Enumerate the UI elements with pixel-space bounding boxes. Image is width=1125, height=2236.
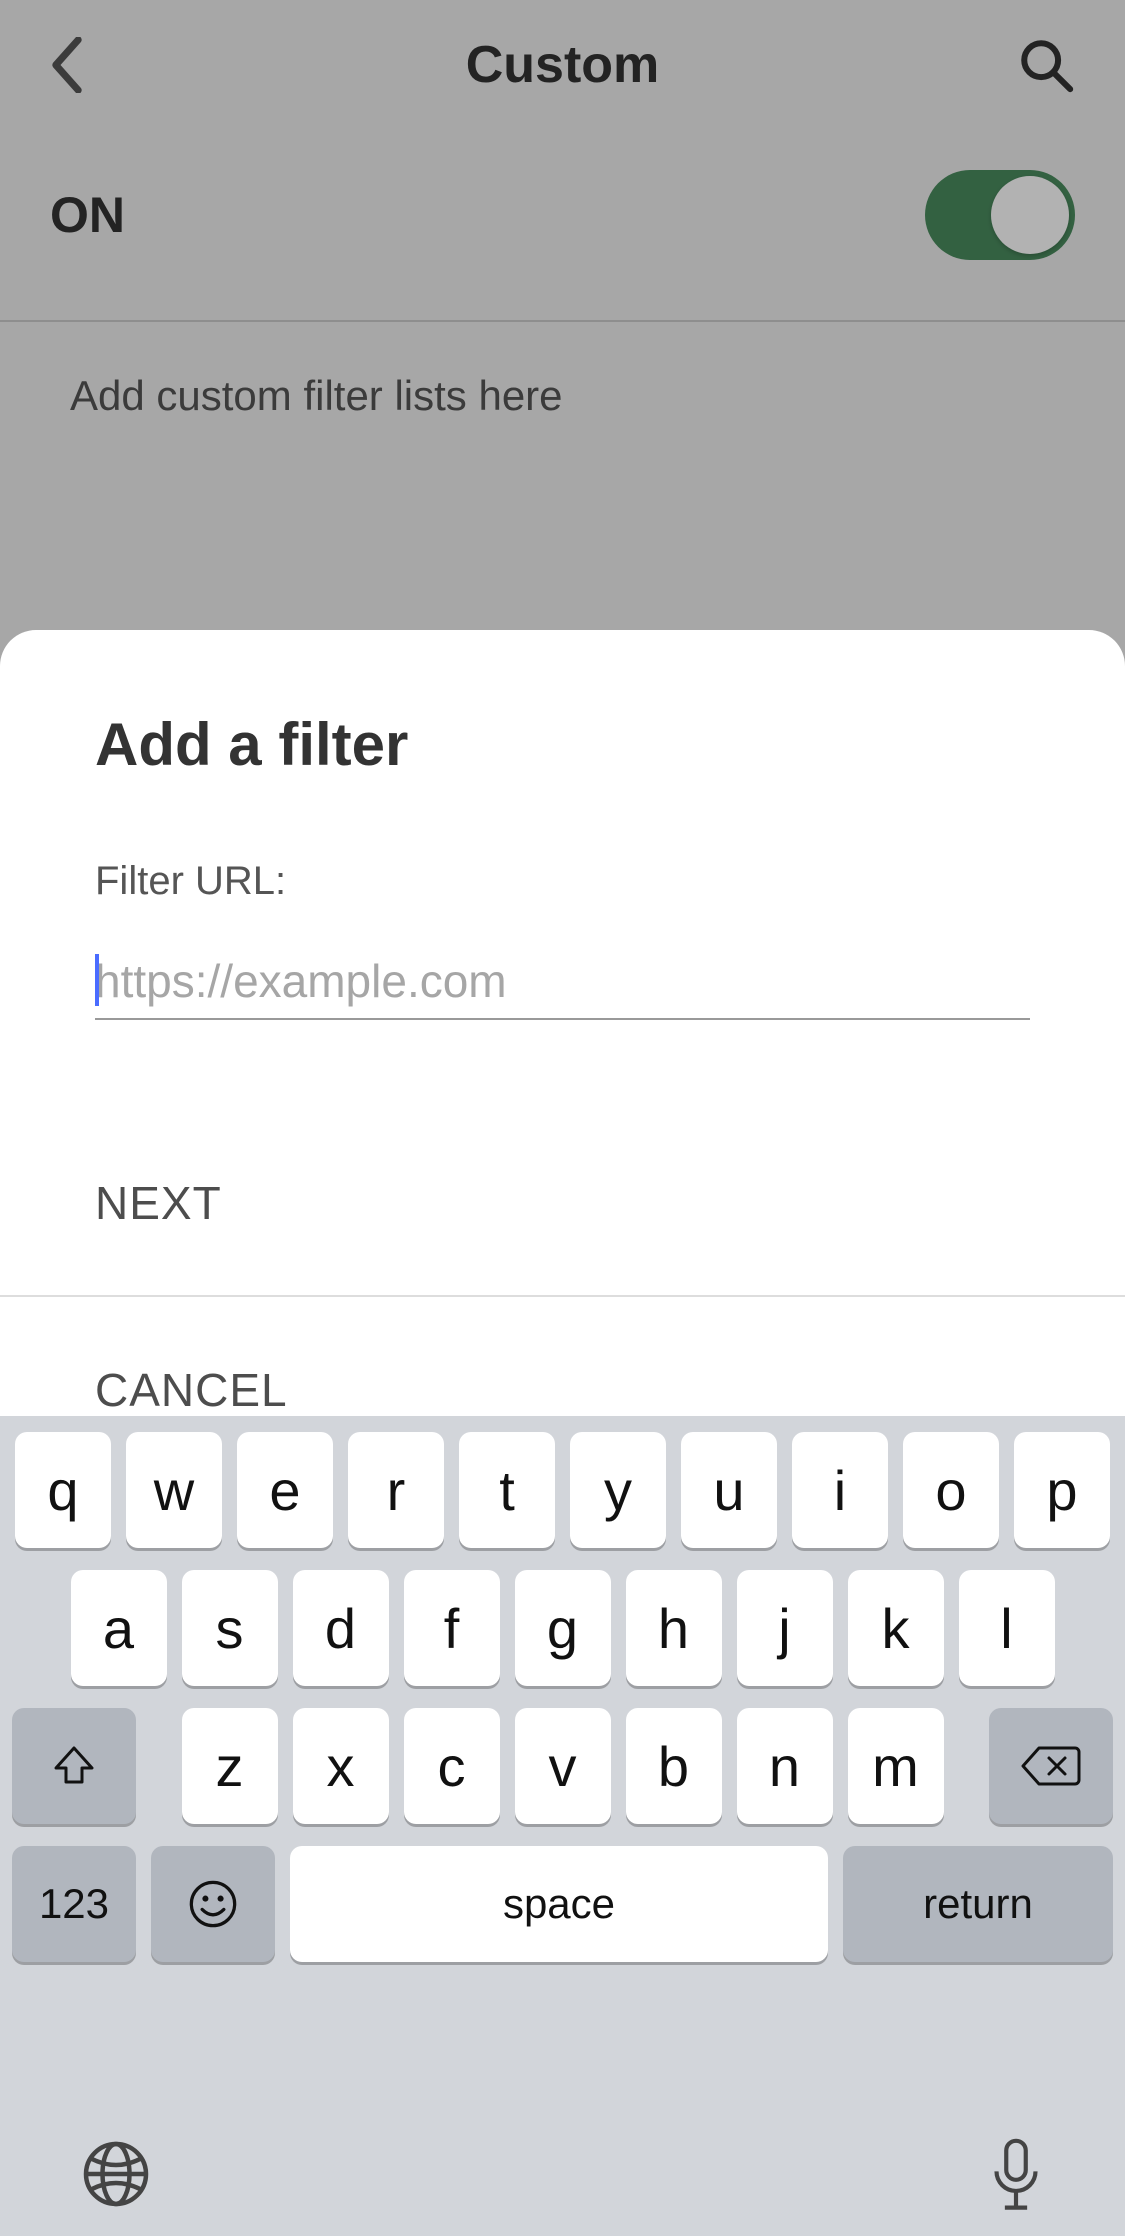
microphone-icon (987, 2138, 1045, 2216)
key-s[interactable]: s (182, 1570, 278, 1686)
dictation-button[interactable] (987, 2138, 1045, 2216)
key-w[interactable]: w (126, 1432, 222, 1548)
key-space[interactable]: space (290, 1846, 828, 1962)
key-q[interactable]: q (15, 1432, 111, 1548)
key-u[interactable]: u (681, 1432, 777, 1548)
key-t[interactable]: t (459, 1432, 555, 1548)
key-v[interactable]: v (515, 1708, 611, 1824)
key-123[interactable]: 123 (12, 1846, 136, 1962)
backspace-icon (1021, 1744, 1081, 1788)
key-l[interactable]: l (959, 1570, 1055, 1686)
key-d[interactable]: d (293, 1570, 389, 1686)
key-return[interactable]: return (843, 1846, 1113, 1962)
key-o[interactable]: o (903, 1432, 999, 1548)
filter-url-input[interactable] (95, 954, 1030, 1008)
key-p[interactable]: p (1014, 1432, 1110, 1548)
keyboard-row-1: q w e r t y u i o p (9, 1432, 1116, 1548)
key-f[interactable]: f (404, 1570, 500, 1686)
shift-icon (50, 1742, 98, 1790)
key-i[interactable]: i (792, 1432, 888, 1548)
key-r[interactable]: r (348, 1432, 444, 1548)
text-cursor (95, 954, 99, 1006)
key-y[interactable]: y (570, 1432, 666, 1548)
globe-icon (80, 2138, 152, 2210)
keyboard-row-4: 123 space return (9, 1846, 1116, 1962)
key-x[interactable]: x (293, 1708, 389, 1824)
emoji-icon (187, 1878, 239, 1930)
filter-url-field-wrap (95, 954, 1030, 1020)
key-z[interactable]: z (182, 1708, 278, 1824)
cancel-label: CANCEL (95, 1363, 288, 1417)
filter-url-label: Filter URL: (95, 859, 1030, 904)
key-h[interactable]: h (626, 1570, 722, 1686)
key-shift[interactable] (12, 1708, 136, 1824)
on-screen-keyboard: q w e r t y u i o p a s d f g h j k l z … (0, 1416, 1125, 2236)
key-a[interactable]: a (71, 1570, 167, 1686)
key-g[interactable]: g (515, 1570, 611, 1686)
key-k[interactable]: k (848, 1570, 944, 1686)
keyboard-row-2: a s d f g h j k l (9, 1570, 1116, 1686)
modal-title: Add a filter (95, 710, 1030, 779)
next-label: NEXT (95, 1176, 222, 1230)
keyboard-bottom-bar (0, 2138, 1125, 2216)
globe-button[interactable] (80, 2138, 152, 2216)
key-b[interactable]: b (626, 1708, 722, 1824)
key-j[interactable]: j (737, 1570, 833, 1686)
next-button[interactable]: NEXT (0, 1110, 1125, 1295)
key-c[interactable]: c (404, 1708, 500, 1824)
keyboard-row-3: z x c v b n m (9, 1708, 1116, 1824)
key-emoji[interactable] (151, 1846, 275, 1962)
key-n[interactable]: n (737, 1708, 833, 1824)
key-backspace[interactable] (989, 1708, 1113, 1824)
key-e[interactable]: e (237, 1432, 333, 1548)
key-m[interactable]: m (848, 1708, 944, 1824)
